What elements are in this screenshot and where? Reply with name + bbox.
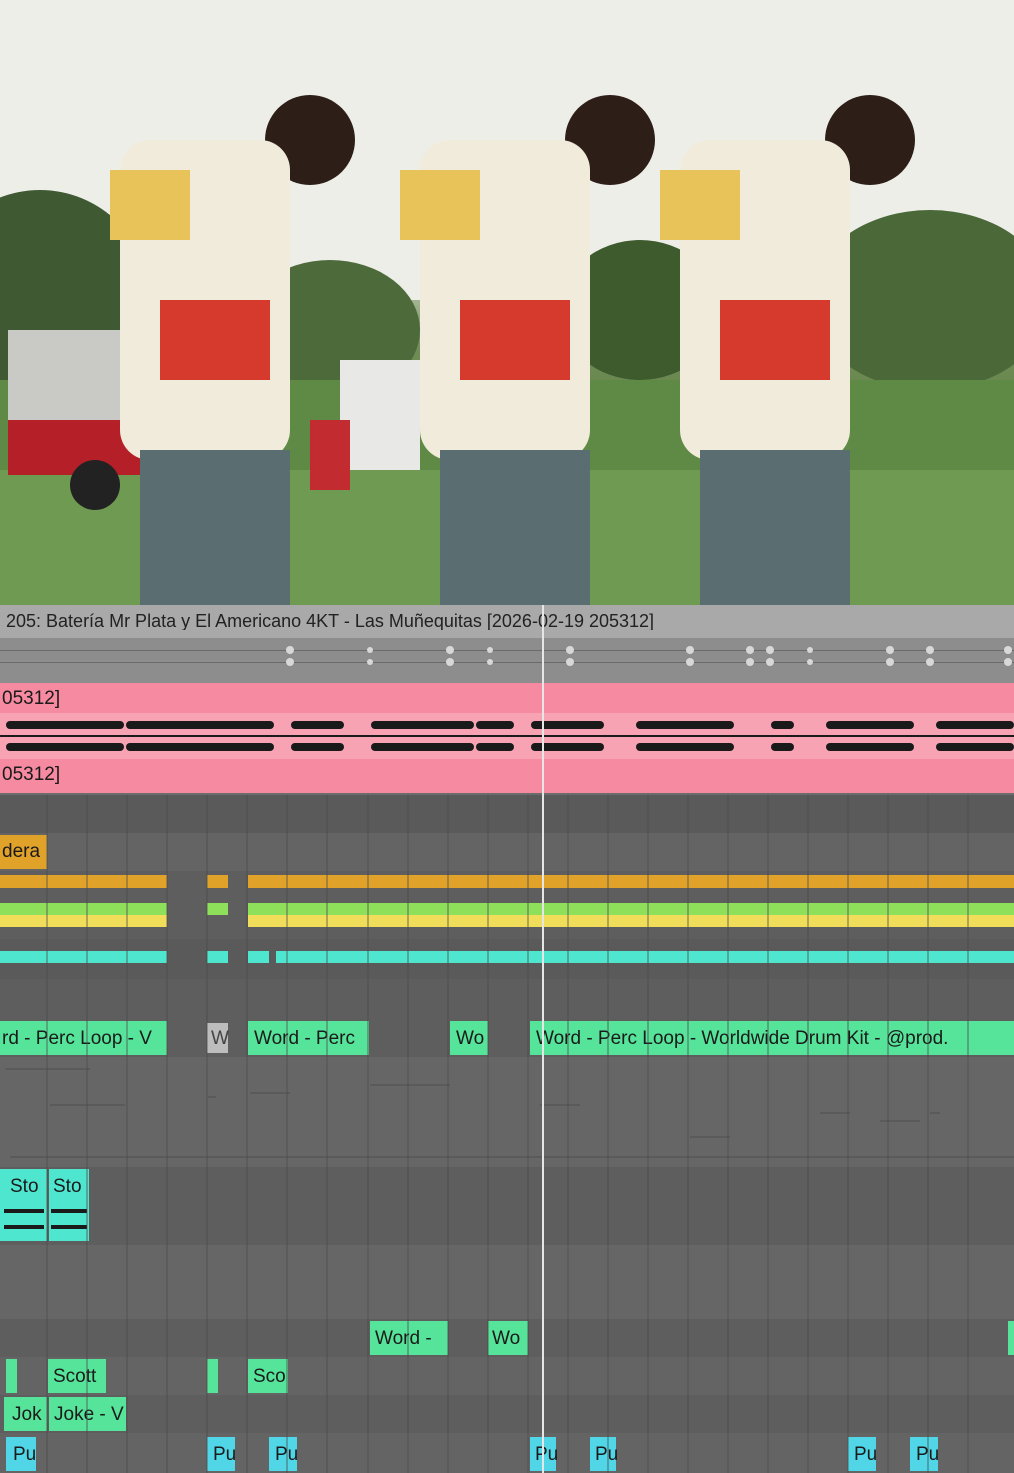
pu-clip-5[interactable]: Pu xyxy=(590,1437,617,1471)
joke-clip-a[interactable]: Jok xyxy=(4,1397,47,1431)
track-lane-empty-2[interactable] xyxy=(0,979,1014,1019)
pu-clip-7[interactable]: Pu xyxy=(910,1437,938,1471)
video-image xyxy=(0,0,1014,605)
warp-markers xyxy=(286,646,1012,666)
orange-clip[interactable]: dera xyxy=(0,835,47,869)
daw-arrangement: 205: Batería Mr Plata y El Americano 4KT… xyxy=(0,605,1014,1473)
pu-clip-2[interactable]: Pu xyxy=(207,1437,235,1471)
track-lane-midi[interactable] xyxy=(0,1057,1014,1167)
clip-title-bar[interactable]: 205: Batería Mr Plata y El Americano 4KT… xyxy=(0,605,1014,638)
joke-clip-b[interactable]: Joke - V xyxy=(49,1397,126,1431)
perc-clip-e[interactable]: Word - Perc Loop - Worldwide Drum Kit - … xyxy=(530,1021,1014,1055)
audio-clip-label-bottom: 05312] xyxy=(2,765,61,784)
orange-clip-label: dera xyxy=(2,842,41,861)
track-lane-orange[interactable]: dera xyxy=(0,833,1014,871)
track-lane-perc-loop[interactable]: rd - Perc Loop - V W Word - Perc Wo Word… xyxy=(0,1019,1014,1057)
word-clip-a[interactable]: Word - xyxy=(370,1321,448,1355)
perc-clip-c[interactable]: Word - Perc xyxy=(248,1021,369,1055)
track-lane-sto[interactable]: Sto Sto xyxy=(0,1167,1014,1245)
sto-clip-b[interactable]: Sto xyxy=(49,1169,89,1241)
perc-clip-a[interactable]: rd - Perc Loop - V xyxy=(0,1021,167,1055)
pu-clip-1[interactable]: Pu xyxy=(6,1437,36,1471)
pu-clip-6[interactable]: Pu xyxy=(848,1437,876,1471)
track-lane-pu[interactable]: Pu Pu Pu Pu Pu Pu Pu xyxy=(0,1433,1014,1473)
scott-clip-b[interactable]: Sco xyxy=(248,1359,288,1393)
track-lane-scott[interactable]: Scott Sco xyxy=(0,1357,1014,1395)
audio-clip[interactable]: 05312] 05312] xyxy=(0,683,1014,793)
audio-clip-label-top: 05312] xyxy=(2,689,61,708)
warp-marker-lane[interactable] xyxy=(0,638,1014,683)
scott-clip-a[interactable]: Scott xyxy=(48,1359,106,1393)
pu-clip-3[interactable]: Pu xyxy=(269,1437,297,1471)
track-lane-orange-thin[interactable] xyxy=(0,871,1014,899)
waveform xyxy=(0,713,1014,759)
track-lane-word[interactable]: Word - Wo xyxy=(0,1319,1014,1357)
track-lane-green-yellow[interactable] xyxy=(0,899,1014,939)
track-lane-empty-1[interactable] xyxy=(0,795,1014,833)
sto-clip-a[interactable]: Sto xyxy=(0,1169,47,1241)
playhead[interactable] xyxy=(542,605,544,1473)
word-clip-b[interactable]: Wo xyxy=(488,1321,528,1355)
track-lane-joke[interactable]: Jok Joke - V xyxy=(0,1395,1014,1433)
video-frame xyxy=(0,0,1014,605)
perc-clip-b[interactable]: W xyxy=(207,1023,229,1053)
track-lane-cyan-thin[interactable] xyxy=(0,939,1014,979)
perc-clip-d[interactable]: Wo xyxy=(450,1021,488,1055)
clip-title: 205: Batería Mr Plata y El Americano 4KT… xyxy=(6,612,655,630)
track-lane-empty-3[interactable] xyxy=(0,1245,1014,1319)
